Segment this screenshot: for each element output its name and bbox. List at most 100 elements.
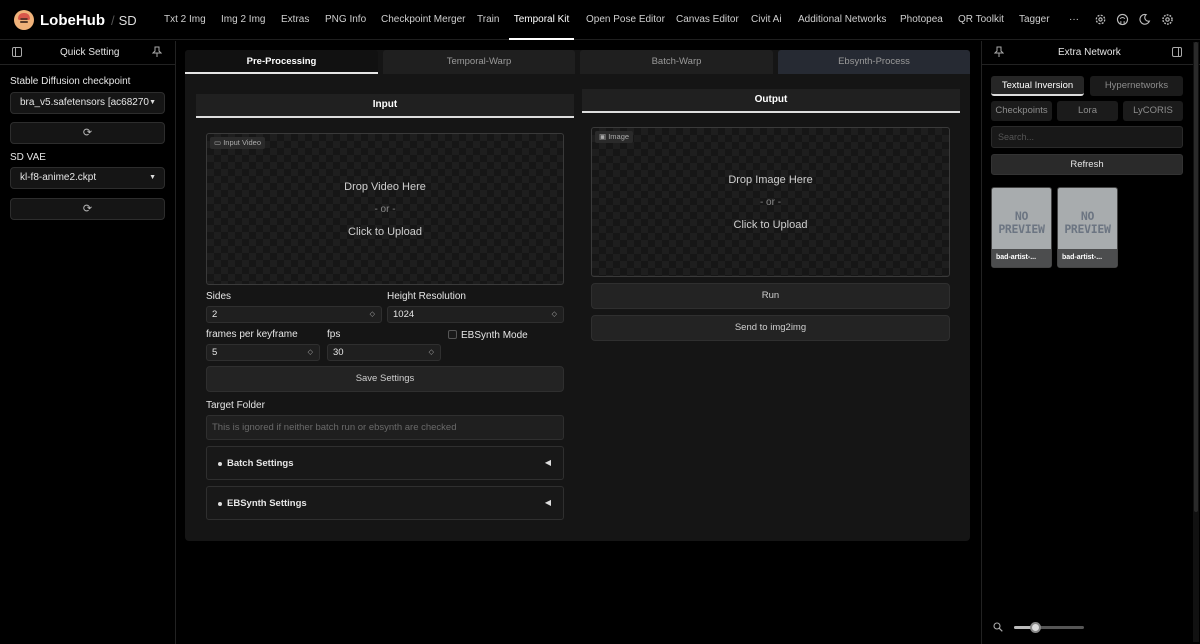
refresh-button[interactable]: Refresh [991, 154, 1183, 175]
vae-value: kl-f8-anime2.ckpt [20, 172, 97, 183]
tab-png-info[interactable]: PNG Info [325, 0, 366, 40]
vae-label: SD VAE [10, 152, 46, 163]
gear-icon[interactable] [1093, 13, 1107, 27]
drop-image-text: Drop Image Here [728, 174, 813, 186]
batch-settings-accordion[interactable]: Batch Settings ◀ [206, 446, 564, 480]
or-text: - or - [374, 204, 396, 215]
slider-thumb[interactable] [1030, 622, 1041, 633]
ebsynth-settings-label: EBSynth Settings [227, 498, 307, 509]
tab-textual-inversion[interactable]: Textual Inversion [991, 76, 1084, 96]
drop-video-text: Drop Video Here [344, 181, 426, 193]
tab-hypernetworks[interactable]: Hypernetworks [1090, 76, 1183, 96]
input-header[interactable]: Input [196, 94, 574, 118]
vae-dropdown[interactable]: kl-f8-anime2.ckpt ▼ [10, 167, 165, 189]
fps-label: fps [327, 329, 341, 340]
moon-icon[interactable] [1137, 13, 1151, 27]
tab-tagger[interactable]: Tagger [1019, 0, 1050, 40]
zoom-icon [993, 622, 1003, 635]
video-dropzone[interactable]: ▭ Input Video Drop Video Here - or - Cli… [206, 133, 564, 285]
tab-pre-processing[interactable]: Pre-Processing [185, 50, 378, 74]
brand-name: LobeHub [40, 11, 105, 29]
fps-input[interactable]: 30 ◇ [327, 344, 441, 361]
pin-icon[interactable] [151, 46, 163, 61]
quick-setting-header: Quick Setting [0, 41, 176, 65]
top-nav: LobeHub / SD Txt 2 Img Img 2 Img Extras … [0, 0, 1200, 40]
extra-network-title: Extra Network [1058, 47, 1121, 58]
ebsynth-settings-accordion[interactable]: EBSynth Settings ◀ [206, 486, 564, 520]
tab-temporal-warp[interactable]: Temporal-Warp [383, 50, 575, 74]
tab-lora[interactable]: Lora [1057, 101, 1118, 121]
scrollbar-thumb[interactable] [1194, 42, 1198, 512]
chevron-down-icon: ▼ [149, 174, 156, 181]
image-dropzone[interactable]: ▣ Image Drop Image Here - or - Click to … [591, 127, 950, 277]
settings-icon[interactable] [1160, 13, 1174, 27]
bullet-icon [218, 462, 222, 466]
or-text: - or - [759, 197, 782, 208]
refresh-icon: ⟳ [82, 127, 93, 139]
click-to-upload-text: Click to Upload [733, 219, 808, 231]
stepper-icon[interactable]: ◇ [308, 345, 313, 360]
chevron-down-icon: ▼ [149, 99, 156, 106]
quick-setting-title: Quick Setting [60, 47, 120, 58]
brand-sub: SD [118, 12, 137, 28]
sidebar-toggle-icon[interactable] [12, 47, 22, 60]
collapse-arrow-icon: ◀ [544, 498, 551, 507]
tab-additional-networks[interactable]: Additional Networks [798, 0, 886, 40]
sides-input[interactable]: 2 ◇ [206, 306, 382, 323]
send-to-img2img-button[interactable]: Send to img2img [591, 315, 950, 341]
network-card[interactable]: NO PREVIEW bad-artist-... [991, 187, 1052, 268]
checkpoint-dropdown[interactable]: bra_v5.safetensors [ac68270 ▼ [10, 92, 165, 114]
tab-extras[interactable]: Extras [281, 0, 309, 40]
batch-settings-label: Batch Settings [227, 458, 294, 469]
extra-network-search-input[interactable]: Search... [991, 126, 1183, 148]
sidebar-toggle-icon[interactable] [1172, 47, 1182, 60]
tab-txt2img[interactable]: Txt 2 Img [164, 0, 206, 40]
height-resolution-input[interactable]: 1024 ◇ [387, 306, 564, 323]
input-video-tag: ▭ Input Video [210, 137, 265, 149]
stepper-icon[interactable]: ◇ [429, 345, 434, 360]
page-scrollbar[interactable] [1193, 42, 1199, 642]
tab-photopea[interactable]: Photopea [900, 0, 943, 40]
ebsynth-mode-label: EBSynth Mode [461, 330, 528, 341]
quick-setting-panel: Quick Setting Stable Diffusion checkpoin… [0, 41, 176, 644]
preview-size-slider[interactable] [1014, 622, 1084, 633]
tab-civit-ai[interactable]: Civit Ai [751, 0, 782, 40]
checkpoint-value: bra_v5.safetensors [ac68270 [20, 97, 149, 108]
target-folder-input[interactable]: This is ignored if neither batch run or … [206, 415, 564, 440]
image-tag: ▣ Image [595, 131, 634, 143]
tab-canvas-editor[interactable]: Canvas Editor [676, 0, 739, 40]
ebsynth-mode-checkbox[interactable] [448, 330, 457, 339]
tab-qr-toolkit[interactable]: QR Toolkit [958, 0, 1004, 40]
tab-lycoris[interactable]: LyCORIS [1123, 101, 1183, 121]
github-icon[interactable] [1115, 13, 1129, 27]
tab-checkpoints[interactable]: Checkpoints [991, 101, 1052, 121]
tab-batch-warp[interactable]: Batch-Warp [580, 50, 773, 74]
refresh-vae-button[interactable]: ⟳ [10, 198, 165, 220]
tab-ebsynth-process[interactable]: Ebsynth-Process [778, 50, 970, 74]
network-card[interactable]: NO PREVIEW bad-artist-... [1057, 187, 1118, 268]
tab-temporal-kit[interactable]: Temporal Kit [509, 0, 574, 40]
video-icon: ▭ [214, 138, 222, 147]
frames-per-keyframe-input[interactable]: 5 ◇ [206, 344, 320, 361]
brand[interactable]: LobeHub / SD [14, 9, 137, 31]
output-header[interactable]: Output [582, 89, 960, 113]
more-tabs-button[interactable]: ··· [1069, 0, 1079, 40]
collapse-arrow-icon: ◀ [544, 458, 551, 467]
checkpoint-label: Stable Diffusion checkpoint [10, 76, 131, 87]
save-settings-button[interactable]: Save Settings [206, 366, 564, 392]
tab-img2img[interactable]: Img 2 Img [221, 0, 265, 40]
no-preview-placeholder: NO PREVIEW [998, 209, 1045, 236]
brand-separator: / [111, 12, 115, 28]
run-button[interactable]: Run [591, 283, 950, 309]
tab-train[interactable]: Train [477, 0, 499, 40]
stepper-icon[interactable]: ◇ [552, 307, 557, 322]
stepper-icon[interactable]: ◇ [370, 307, 375, 322]
tab-checkpoint-merger[interactable]: Checkpoint Merger [381, 0, 465, 40]
pin-icon[interactable] [993, 46, 1005, 61]
tab-open-pose-editor[interactable]: Open Pose Editor [586, 0, 665, 40]
image-icon: ▣ [599, 132, 607, 141]
refresh-icon: ⟳ [82, 203, 93, 215]
refresh-checkpoint-button[interactable]: ⟳ [10, 122, 165, 144]
height-resolution-label: Height Resolution [387, 291, 466, 302]
extra-network-header: Extra Network [982, 41, 1200, 65]
